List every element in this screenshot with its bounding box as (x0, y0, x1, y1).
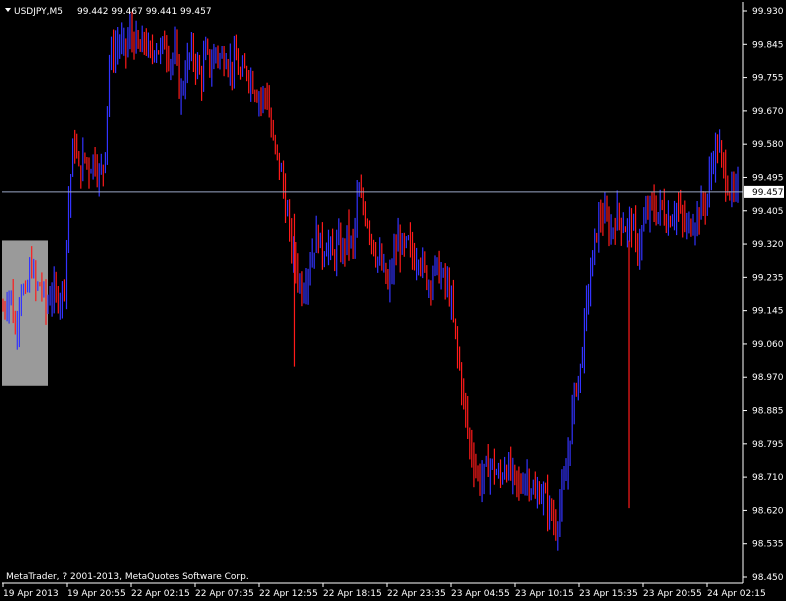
x-tick-label: 23 Apr 15:35 (579, 589, 638, 599)
price-tag-label: 99.457 (752, 188, 784, 198)
y-tick-label: 98.795 (752, 440, 784, 450)
y-tick-label: 98.620 (752, 506, 784, 516)
y-tick-label: 99.930 (752, 7, 784, 17)
current-price-tag: 99.457 (744, 185, 784, 198)
y-tick-label: 99.060 (752, 340, 784, 350)
copyright-text: MetaTrader, ? 2001-2013, MetaQuotes Soft… (6, 572, 249, 582)
x-tick-label: 22 Apr 07:35 (195, 589, 254, 599)
y-tick-label: 99.670 (752, 107, 784, 117)
chart-background (0, 0, 786, 601)
symbol-label: USDJPY,M5 (14, 7, 63, 17)
x-tick-label: 22 Apr 23:35 (387, 589, 446, 599)
y-tick-label: 99.845 (752, 40, 784, 50)
y-tick-label: 98.450 (752, 573, 784, 583)
x-tick-label: 23 Apr 20:55 (643, 589, 702, 599)
x-tick-label: 24 Apr 02:15 (707, 589, 766, 599)
x-tick-label: 22 Apr 18:15 (323, 589, 382, 599)
chart-canvas[interactable]: 99.930 99.845 99.755 99.670 99.580 99.495 99.4… (0, 0, 786, 601)
y-tick-label: 99.495 (752, 173, 784, 183)
y-tick-label: 99.580 (752, 140, 784, 150)
x-tick-label: 19 Apr 20:55 (67, 589, 126, 599)
y-tick-label: 99.320 (752, 240, 784, 250)
x-tick-label: 23 Apr 10:15 (515, 589, 574, 599)
y-tick-label: 99.235 (752, 273, 784, 283)
y-tick-label: 99.405 (752, 207, 784, 217)
x-tick-label: 22 Apr 12:55 (259, 589, 318, 599)
ohlc-readout: 99.442 99.467 99.441 99.457 (77, 7, 212, 17)
y-tick-label: 99.145 (752, 307, 784, 317)
y-tick-label: 99.755 (752, 74, 784, 84)
x-tick-label: 23 Apr 04:55 (451, 589, 510, 599)
y-tick-label: 98.710 (752, 473, 784, 483)
x-tick-label: 19 Apr 2013 (3, 589, 59, 599)
y-tick-label: 98.885 (752, 407, 784, 417)
y-tick-label: 98.970 (752, 373, 784, 383)
x-tick-label: 22 Apr 02:15 (131, 589, 190, 599)
y-tick-label: 98.535 (752, 540, 784, 550)
